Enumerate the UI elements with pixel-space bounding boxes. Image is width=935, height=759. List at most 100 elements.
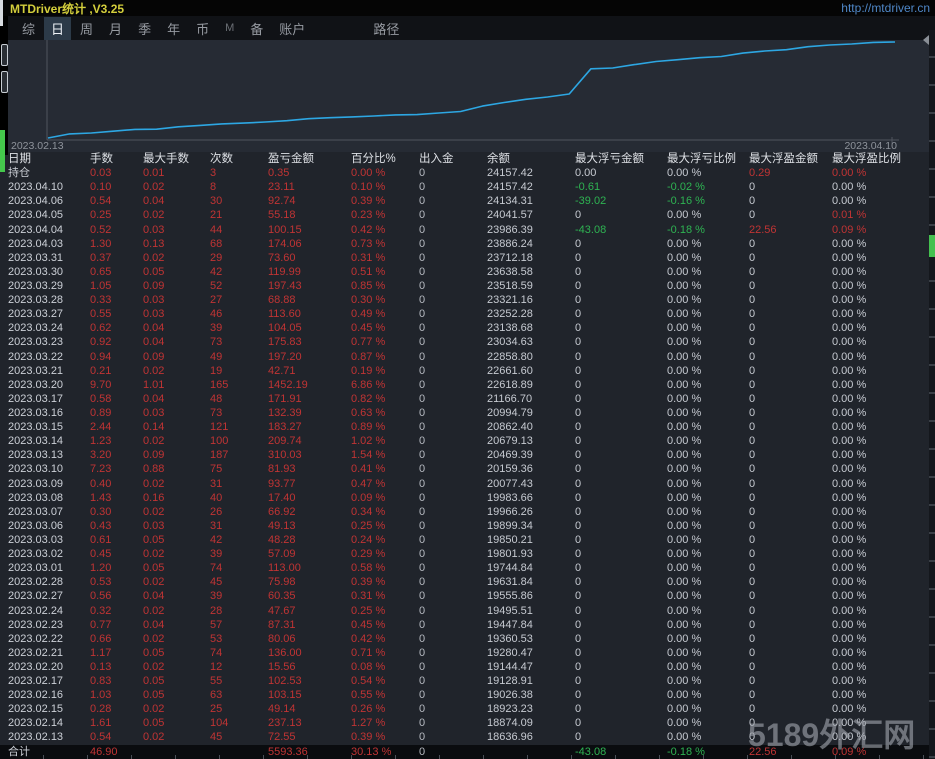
vendor-url-link[interactable]: http://mtdriver.cn (841, 1, 935, 15)
table-row[interactable]: 2023.03.22 0.94 0.09 49 197.20 0.87 % 0 22858.8… (0, 350, 935, 364)
cell-percent: 6.86 % (351, 378, 386, 391)
table-row[interactable]: 2023.04.10 0.10 0.02 8 23.11 0.10 % 0 24157.42 -… (0, 180, 935, 194)
tab-note[interactable]: 备 (243, 17, 270, 40)
cell-max-float-loss: 0 (575, 237, 582, 250)
scrollbar[interactable] (929, 30, 935, 759)
table-row[interactable]: 2023.03.14 1.23 0.02 100 209.74 1.02 % 0 20679.… (0, 434, 935, 448)
cell-max-float-profit: 0 (749, 660, 756, 673)
table-row[interactable]: 2023.03.09 0.40 0.02 31 93.77 0.47 % 0 20077.43… (0, 477, 935, 491)
table-row[interactable]: 2023.02.23 0.77 0.04 57 87.31 0.45 % 0 19447.84… (0, 618, 935, 632)
col-header-max-float-profit-pct[interactable]: 最大浮盈比例 (832, 152, 929, 166)
table-row[interactable]: 2023.02.21 1.17 0.05 74 136.00 0.71 % 0 19280.4… (0, 646, 935, 660)
cell-max-float-loss: 0 (575, 251, 582, 264)
scrollbar-thumb[interactable] (929, 235, 935, 257)
table-row[interactable]: 2023.04.04 0.52 0.03 44 100.15 0.42 % 0 23986.3… (0, 223, 935, 237)
cell-max-float-loss-pct: 0.00 % (667, 378, 702, 391)
table-row[interactable]: 2023.04.05 0.25 0.02 21 55.18 0.23 % 0 24041.57… (0, 208, 935, 222)
table-row[interactable]: 2023.02.28 0.53 0.02 45 75.98 0.39 % 0 19631.84… (0, 575, 935, 589)
table-row[interactable]: 2023.02.17 0.83 0.05 55 102.53 0.54 % 0 19128.9… (0, 674, 935, 688)
cell-balance: 19966.26 (487, 505, 533, 518)
cell-in-out: 0 (419, 308, 426, 321)
tab-yearly[interactable]: 年 (160, 17, 187, 40)
cell-max-float-profit-pct: 0.00 % (832, 731, 867, 744)
tab-monthly[interactable]: 月 (102, 17, 129, 40)
cell-max-float-profit: 0 (749, 350, 756, 363)
table-row[interactable]: 2023.03.29 1.05 0.09 52 197.43 0.85 % 0 23518.5… (0, 279, 935, 293)
tab-m[interactable]: M (218, 20, 241, 36)
cell-max-lots: 0.05 (143, 689, 165, 702)
equity-chart: 2023.02.13 2023.04.10 (8, 40, 929, 152)
table-row[interactable]: 2023.03.28 0.33 0.03 27 68.88 0.30 % 0 23321.16… (0, 293, 935, 307)
table-row[interactable]: 2023.03.06 0.43 0.03 31 49.13 0.25 % 0 19899.34… (0, 519, 935, 533)
tab-account[interactable]: 账户 (272, 17, 312, 40)
table-row[interactable]: 2023.03.08 1.43 0.16 40 17.40 0.09 % 0 19983.66… (0, 491, 935, 505)
cell-balance: 19128.91 (487, 675, 533, 688)
cell-count: 45 (210, 576, 223, 589)
col-header-max-lots[interactable]: 最大手数 (143, 152, 210, 166)
table-row[interactable]: 2023.02.14 1.61 0.05 104 237.13 1.27 % 0 18874.… (0, 716, 935, 730)
cell-max-float-loss: -0.61 (575, 181, 601, 194)
table-row[interactable]: 2023.04.06 0.54 0.04 30 92.74 0.39 % 0 24134.31… (0, 194, 935, 208)
table-row[interactable]: 2023.02.27 0.56 0.04 39 60.35 0.31 % 0 19555.86… (0, 589, 935, 603)
col-header-max-float-loss-pct[interactable]: 最大浮亏比例 (667, 152, 749, 166)
col-header-pl-amount[interactable]: 盈亏金额 (268, 152, 351, 166)
cell-in-out: 0 (419, 449, 426, 462)
cell-in-out: 0 (419, 265, 426, 278)
table-row[interactable]: 2023.03.21 0.21 0.02 19 42.71 0.19 % 0 22661.60… (0, 364, 935, 378)
tab-quarterly[interactable]: 季 (131, 17, 158, 40)
cell-count: 44 (210, 223, 223, 236)
table-row[interactable]: 2023.02.16 1.03 0.05 63 103.15 0.55 % 0 19026.3… (0, 688, 935, 702)
table-row[interactable]: 2023.03.01 1.20 0.05 74 113.00 0.58 % 0 19744.8… (0, 561, 935, 575)
col-header-count[interactable]: 次数 (210, 152, 268, 166)
table-row[interactable]: 2023.02.20 0.13 0.02 12 15.56 0.08 % 0 19144.47… (0, 660, 935, 674)
tab-overview[interactable]: 综 (15, 17, 42, 40)
table-row[interactable]: 2023.03.27 0.55 0.03 46 113.60 0.49 % 0 23252.2… (0, 307, 935, 321)
table-row[interactable]: 2023.03.31 0.37 0.02 29 73.60 0.31 % 0 23712.18… (0, 251, 935, 265)
cell-max-float-loss-pct: 0.00 % (667, 435, 702, 448)
col-header-max-float-profit[interactable]: 最大浮盈金额 (749, 152, 832, 166)
cell-max-float-profit: 0 (749, 533, 756, 546)
table-row[interactable]: 2023.02.22 0.66 0.02 53 80.06 0.42 % 0 19360.53… (0, 632, 935, 646)
table-row[interactable]: 2023.03.15 2.44 0.14 121 183.27 0.89 % 0 20862.… (0, 420, 935, 434)
table-row[interactable]: 2023.03.30 0.65 0.05 42 119.99 0.51 % 0 23638.5… (0, 265, 935, 279)
table-row[interactable]: 2023.03.20 9.70 1.01 165 1452.19 6.86 % 0 22618… (0, 378, 935, 392)
table-row[interactable]: 2023.04.03 1.30 0.13 68 174.06 0.73 % 0 23886.2… (0, 237, 935, 251)
table-row[interactable]: 2023.02.24 0.32 0.02 28 47.67 0.25 % 0 19495.51… (0, 604, 935, 618)
cell-date: 2023.03.22 (8, 350, 64, 363)
col-header-date[interactable]: 日期 (8, 152, 90, 166)
table-row[interactable]: 持仓 0.03 0.01 3 0.35 0.00 % 0 24157.42 0.00 0.00 %… (0, 166, 935, 180)
button-path[interactable]: 路径 (366, 17, 406, 40)
table-row[interactable]: 2023.03.02 0.45 0.02 39 57.09 0.29 % 0 19801.93… (0, 547, 935, 561)
table-row[interactable]: 2023.03.13 3.20 0.09 187 310.03 1.54 % 0 20469.… (0, 448, 935, 462)
cell-max-float-loss-pct: 0.00 % (667, 209, 702, 222)
table-row[interactable]: 2023.03.24 0.62 0.04 39 104.05 0.45 % 0 23138.6… (0, 321, 935, 335)
col-header-lots[interactable]: 手数 (90, 152, 143, 166)
cell-max-float-loss: 0 (575, 590, 582, 603)
scroll-arrow-icon[interactable] (923, 35, 929, 45)
tab-currency[interactable]: 币 (189, 17, 216, 40)
table-row[interactable]: 2023.02.13 0.54 0.02 45 72.55 0.39 % 0 18636.96… (0, 730, 935, 744)
col-header-max-float-loss[interactable]: 最大浮亏金额 (575, 152, 667, 166)
table-row[interactable]: 2023.03.17 0.58 0.04 48 171.91 0.82 % 0 21166.7… (0, 392, 935, 406)
cell-count: 31 (210, 477, 223, 490)
col-header-in-out[interactable]: 出入金 (419, 152, 487, 166)
cell-max-float-loss: 0 (575, 731, 582, 744)
cell-date: 2023.03.21 (8, 364, 64, 377)
col-header-percent[interactable]: 百分比% (351, 152, 419, 166)
table-row[interactable]: 2023.03.10 7.23 0.88 75 81.93 0.41 % 0 20159.36… (0, 462, 935, 476)
cell-max-float-loss: 0 (575, 646, 582, 659)
cell-max-float-profit-pct: 0.00 % (832, 378, 867, 391)
table-row[interactable]: 2023.03.07 0.30 0.02 26 66.92 0.34 % 0 19966.26… (0, 505, 935, 519)
tab-weekly[interactable]: 周 (73, 17, 100, 40)
cell-max-lots: 0.02 (143, 632, 165, 645)
cell-percent: 0.09 % (351, 491, 386, 504)
cell-date: 2023.03.15 (8, 421, 64, 434)
col-header-balance[interactable]: 余额 (487, 152, 575, 166)
cell-in-out: 0 (419, 237, 426, 250)
table-row[interactable]: 2023.03.16 0.89 0.03 73 132.39 0.63 % 0 20994.7… (0, 406, 935, 420)
table-row[interactable]: 2023.02.15 0.28 0.02 25 49.14 0.26 % 0 18923.23… (0, 702, 935, 716)
table-row[interactable]: 2023.03.23 0.92 0.04 73 175.83 0.77 % 0 23034.6… (0, 335, 935, 349)
cell-in-out: 0 (419, 646, 426, 659)
tab-daily[interactable]: 日 (44, 16, 72, 40)
table-row[interactable]: 2023.03.03 0.61 0.05 42 48.28 0.24 % 0 19850.21… (0, 533, 935, 547)
